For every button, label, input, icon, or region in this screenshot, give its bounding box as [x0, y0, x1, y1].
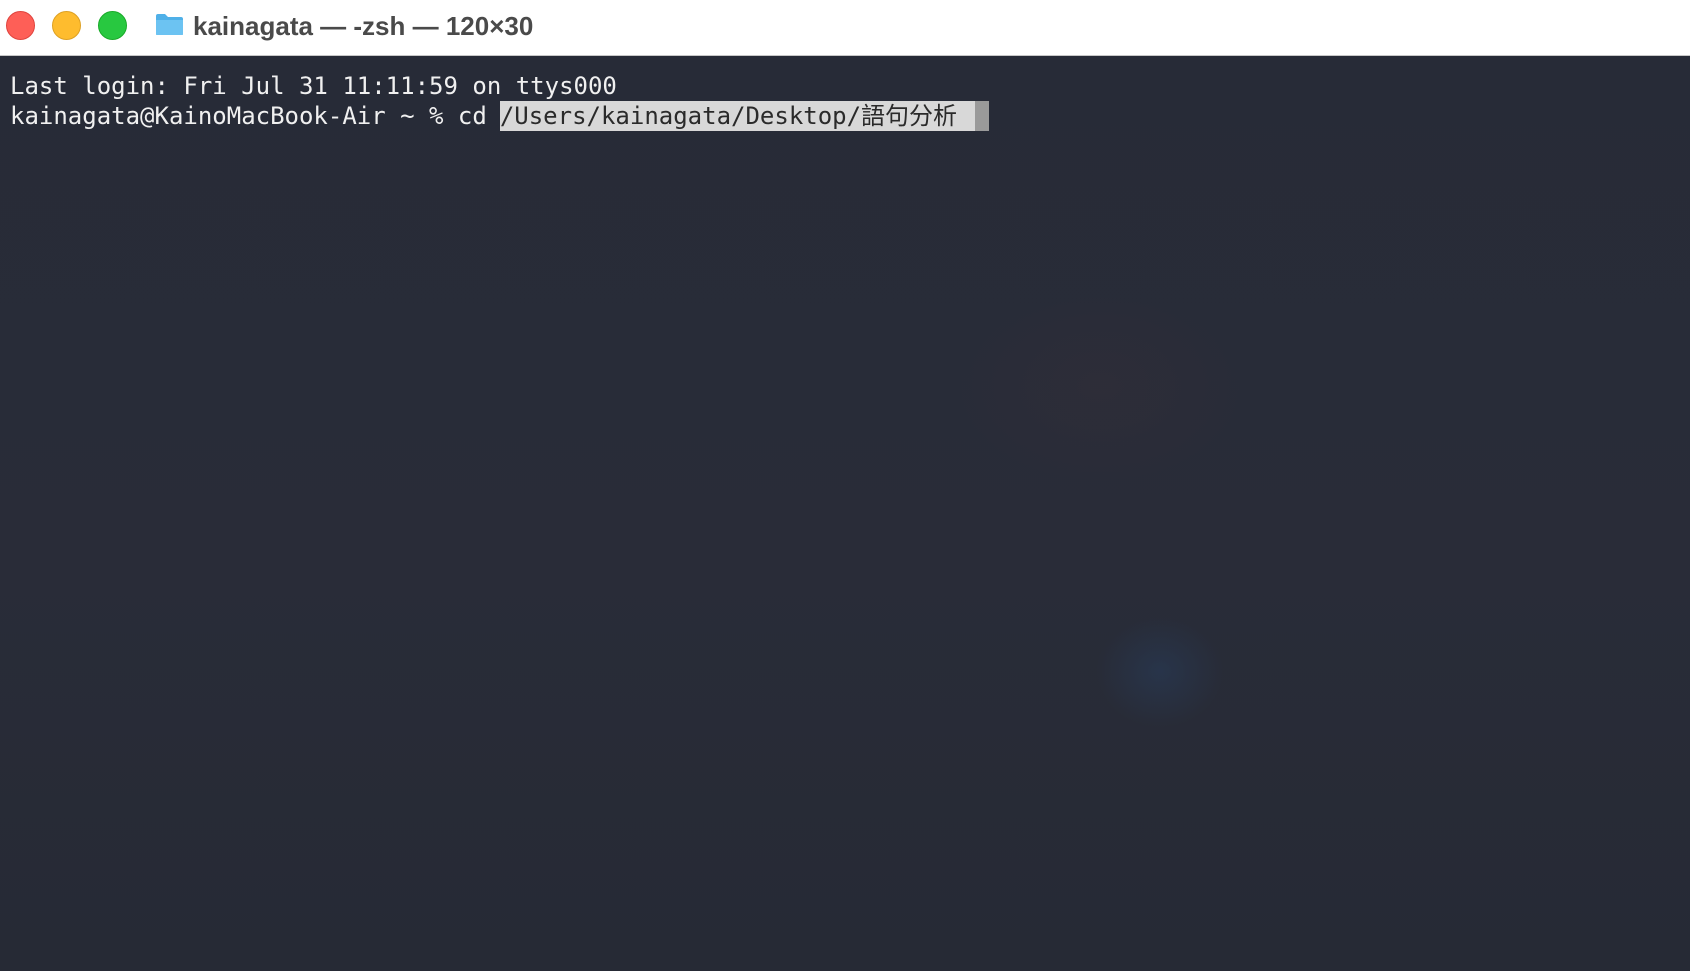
- zoom-window-button[interactable]: [98, 11, 127, 40]
- window-title: kainagata — -zsh — 120×30: [193, 11, 534, 41]
- minimize-window-button[interactable]: [52, 11, 81, 40]
- terminal-window: kainagata — -zsh — 120×30 Last login: Fr…: [0, 0, 1690, 971]
- close-window-button[interactable]: [6, 11, 35, 40]
- title-bar[interactable]: kainagata — -zsh — 120×30: [0, 0, 1690, 56]
- last-login-line: Last login: Fri Jul 31 11:11:59 on ttys0…: [10, 72, 617, 100]
- command-line[interactable]: kainagata@KainoMacBook-Air ~ % cd/Users/…: [10, 101, 990, 131]
- text-cursor: [975, 101, 990, 131]
- folder-icon: [156, 14, 183, 35]
- shell-prompt: kainagata@KainoMacBook-Air ~ % cd: [10, 102, 487, 130]
- selected-path-text[interactable]: /Users/kainagata/Desktop/語句分析: [499, 101, 976, 131]
- terminal-output[interactable]: Last login: Fri Jul 31 11:11:59 on ttys0…: [0, 56, 1690, 971]
